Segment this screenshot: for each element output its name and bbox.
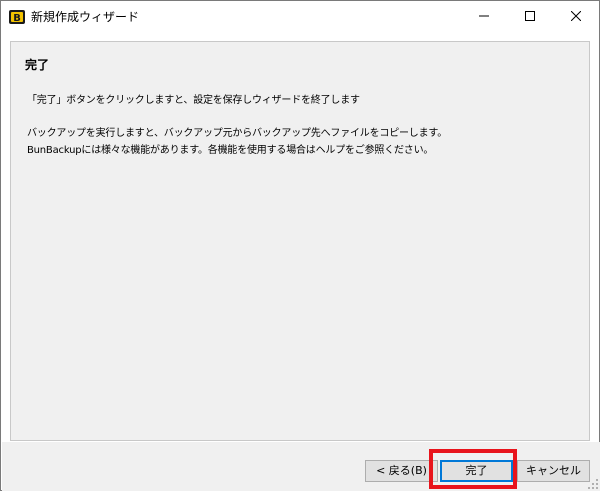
cancel-button[interactable]: キャンセル — [517, 460, 590, 482]
instruction-text: 「完了」ボタンをクリックしますと、設定を保存しウィザードを終了します — [27, 95, 360, 106]
minimize-button[interactable] — [461, 1, 507, 32]
svg-text:B: B — [13, 13, 21, 24]
wizard-page-panel: 完了 「完了」ボタンをクリックしますと、設定を保存しウィザードを終了します バッ… — [10, 41, 590, 441]
maximize-icon — [525, 11, 535, 21]
back-button[interactable]: < 戻る(B) — [365, 460, 438, 482]
close-button[interactable] — [553, 1, 599, 32]
finish-highlight-box — [429, 449, 517, 489]
window-title: 新規作成ウィザード — [31, 10, 140, 24]
description-text-2: BunBackupには様々な機能があります。各機能を使用する場合はヘルプをご参照… — [27, 145, 434, 156]
page-heading: 完了 — [25, 58, 50, 72]
resize-grip-icon[interactable] — [588, 479, 598, 489]
minimize-icon — [479, 15, 489, 17]
description-text-1: バックアップを実行しますと、バックアップ元からバックアップ先へファイルをコピーし… — [27, 128, 447, 139]
bunbackup-app-icon[interactable]: B — [9, 9, 25, 25]
maximize-button[interactable] — [507, 1, 553, 32]
wizard-window: B 新規作成ウィザード 完了 「完了」ボタンをクリックしますと、設定を保存しウィ… — [0, 0, 600, 491]
close-icon — [571, 11, 581, 21]
title-bar[interactable]: B 新規作成ウィザード — [1, 1, 599, 32]
